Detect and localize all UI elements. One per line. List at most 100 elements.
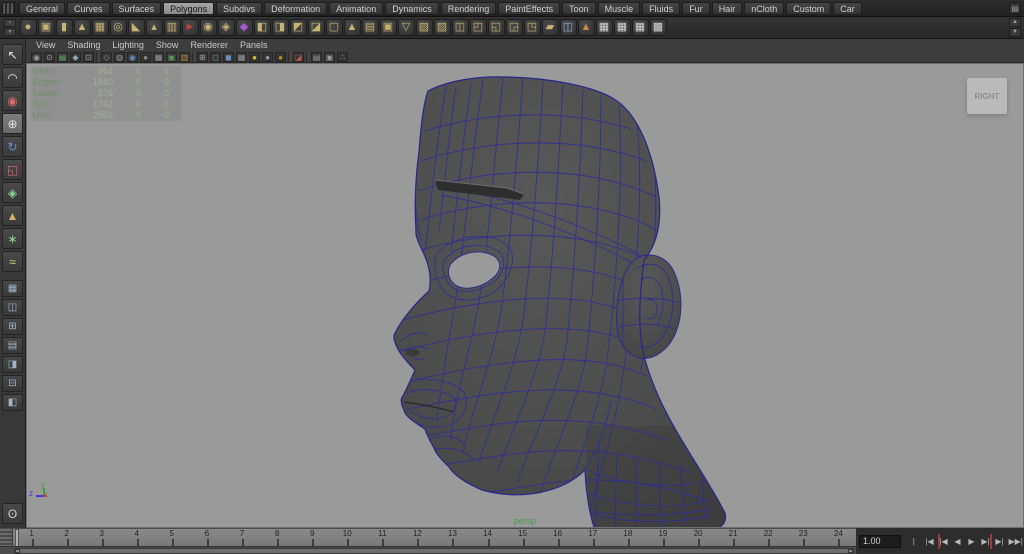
split-polygon-icon[interactable]: ◰ [470,19,487,36]
timeline-frame[interactable]: 24 [821,529,856,547]
textures-icon[interactable]: ▥ [179,52,190,62]
menu-item[interactable]: Curves [67,2,110,15]
bridge-icon[interactable]: ▰ [542,19,559,36]
poly-pipe-icon[interactable]: ▥ [164,19,181,36]
range-bar[interactable] [14,548,854,554]
uv-texture-editor-icon[interactable]: ▩ [650,19,667,36]
timeline-frame[interactable]: 23 [786,529,821,547]
combine-icon[interactable]: ◧ [254,19,271,36]
current-frame-marker[interactable] [15,529,19,547]
extract-icon[interactable]: ◩ [290,19,307,36]
go-to-start-button[interactable]: |◀◀ [906,534,922,549]
menu-item[interactable]: Subdivs [216,2,262,15]
play-forwards-button[interactable]: ▶ [966,534,978,549]
timeline-frame[interactable]: 13 [435,529,470,547]
move-tool[interactable]: ⊕ [2,113,23,134]
poly-cube-icon[interactable]: ▣ [38,19,55,36]
timeline-frame[interactable]: 4 [119,529,154,547]
step-forward-key-button[interactable]: ▶| [980,534,992,549]
menu-item[interactable]: Deformation [264,2,327,15]
shelf-tab-switcher[interactable]: ▪ ▾ [4,18,16,38]
curve-arrow-icon[interactable]: ► [182,19,199,36]
timeline-frame[interactable]: 5 [154,529,189,547]
triangulate-icon[interactable]: ▲ [344,19,361,36]
timeline-frame[interactable]: 9 [295,529,330,547]
panel-menu-item[interactable]: Panels [236,40,276,50]
timeline-frame[interactable]: 19 [645,529,680,547]
lasso-tool[interactable]: ◠ [2,67,23,88]
menu-item[interactable]: Hair [712,2,743,15]
timeline-frame[interactable]: 2 [49,529,84,547]
smooth-icon[interactable]: ▢ [326,19,343,36]
perspective-viewport[interactable]: Verts: 964 0 1 Edges: 1840 0 0 Faces: 87… [26,63,1024,528]
timeline-frame[interactable]: 18 [610,529,645,547]
wireframe-icon[interactable]: ◇ [101,52,112,62]
ear[interactable] [617,255,681,358]
object-details-icon[interactable]: ▤ [311,52,322,62]
menu-item[interactable]: Toon [562,2,596,15]
paint-selection-tool[interactable]: ◉ [2,90,23,111]
timeline-frame[interactable]: 15 [505,529,540,547]
timeline-frame[interactable]: 16 [540,529,575,547]
quadrangulate-icon[interactable]: ▤ [362,19,379,36]
menu-item[interactable]: General [19,2,65,15]
checkered-icon[interactable]: ▦ [153,52,164,62]
menu-item[interactable]: Fur [682,2,710,15]
divider[interactable] [306,52,309,62]
menu-item[interactable]: Fluids [642,2,680,15]
layout-single-pane[interactable]: ▦ [2,280,23,297]
gate-mask-icon[interactable]: ▦ [236,52,247,62]
step-back-key-button[interactable]: |◀ [938,534,950,549]
resolution-gate-icon[interactable]: ◼ [223,52,234,62]
timeline-frame[interactable]: 1 [14,529,49,547]
lights-icon[interactable]: ▣ [166,52,177,62]
safe-title-icon[interactable]: ● [262,52,273,62]
menu-item[interactable]: Dynamics [385,2,439,15]
use-default-material-icon[interactable]: ● [140,52,151,62]
bookmarks-icon[interactable]: ◆ [70,52,81,62]
timeline-frame[interactable]: 8 [260,529,295,547]
menu-item[interactable]: Polygons [163,2,214,15]
panel-menu-item[interactable]: Renderer [186,40,236,50]
divider[interactable] [288,52,291,62]
divider[interactable] [96,52,99,62]
multi-share-icon[interactable]: ∴ [337,52,348,62]
isolate-select-icon[interactable]: ◪ [293,52,304,62]
menu-item[interactable]: Car [833,2,862,15]
panel-menu-item[interactable]: Show [152,40,187,50]
make-hole-icon[interactable]: ▧ [416,19,433,36]
film-gate-icon[interactable]: ◻ [210,52,221,62]
reduce-icon[interactable]: ▽ [398,19,415,36]
go-to-end-button[interactable]: ▶▶| [1008,534,1024,549]
divider[interactable] [192,52,195,62]
poly-cone-icon[interactable]: ▲ [74,19,91,36]
uv-checker-a-icon[interactable]: ▦ [596,19,613,36]
poly-soccer-ball-icon[interactable]: ◉ [200,19,217,36]
create-polygon-icon[interactable]: ▨ [434,19,451,36]
range-end-handle[interactable] [848,549,853,553]
poly-prism-icon[interactable]: ◣ [128,19,145,36]
poly-platonic-icon[interactable]: ◈ [218,19,235,36]
layout-four-panes[interactable]: ⊞ [2,318,23,335]
menu-item[interactable]: Animation [329,2,383,15]
poly-plane-icon[interactable]: ▦ [92,19,109,36]
shelf-switch-top-icon[interactable]: ▪ [4,19,16,27]
merge-vertices-icon[interactable]: ◱ [488,19,505,36]
timeline-frame[interactable]: 22 [751,529,786,547]
timeline-frame[interactable]: 12 [400,529,435,547]
show-manipulator-tool[interactable]: ∗ [2,228,23,249]
menu-item[interactable]: PaintEffects [498,2,560,15]
head-model-wireframe[interactable] [27,64,1024,528]
layout-persp-panel[interactable]: ◧ [2,394,23,411]
scale-tool[interactable]: ◱ [2,159,23,180]
timeline-frame[interactable]: 14 [470,529,505,547]
menu-item[interactable]: Custom [786,2,831,15]
current-time-field[interactable] [859,535,901,548]
timeline-frame[interactable]: 6 [189,529,224,547]
shelf-scroll-up-icon[interactable]: ▲ [1009,18,1021,27]
layout-persp-graph[interactable]: ◨ [2,356,23,373]
safe-action-icon[interactable]: ● [249,52,260,62]
layout-persp-outliner[interactable]: ▤ [2,337,23,354]
timeline-frame[interactable]: 20 [680,529,715,547]
panel-menu-item[interactable]: Shading [63,40,108,50]
